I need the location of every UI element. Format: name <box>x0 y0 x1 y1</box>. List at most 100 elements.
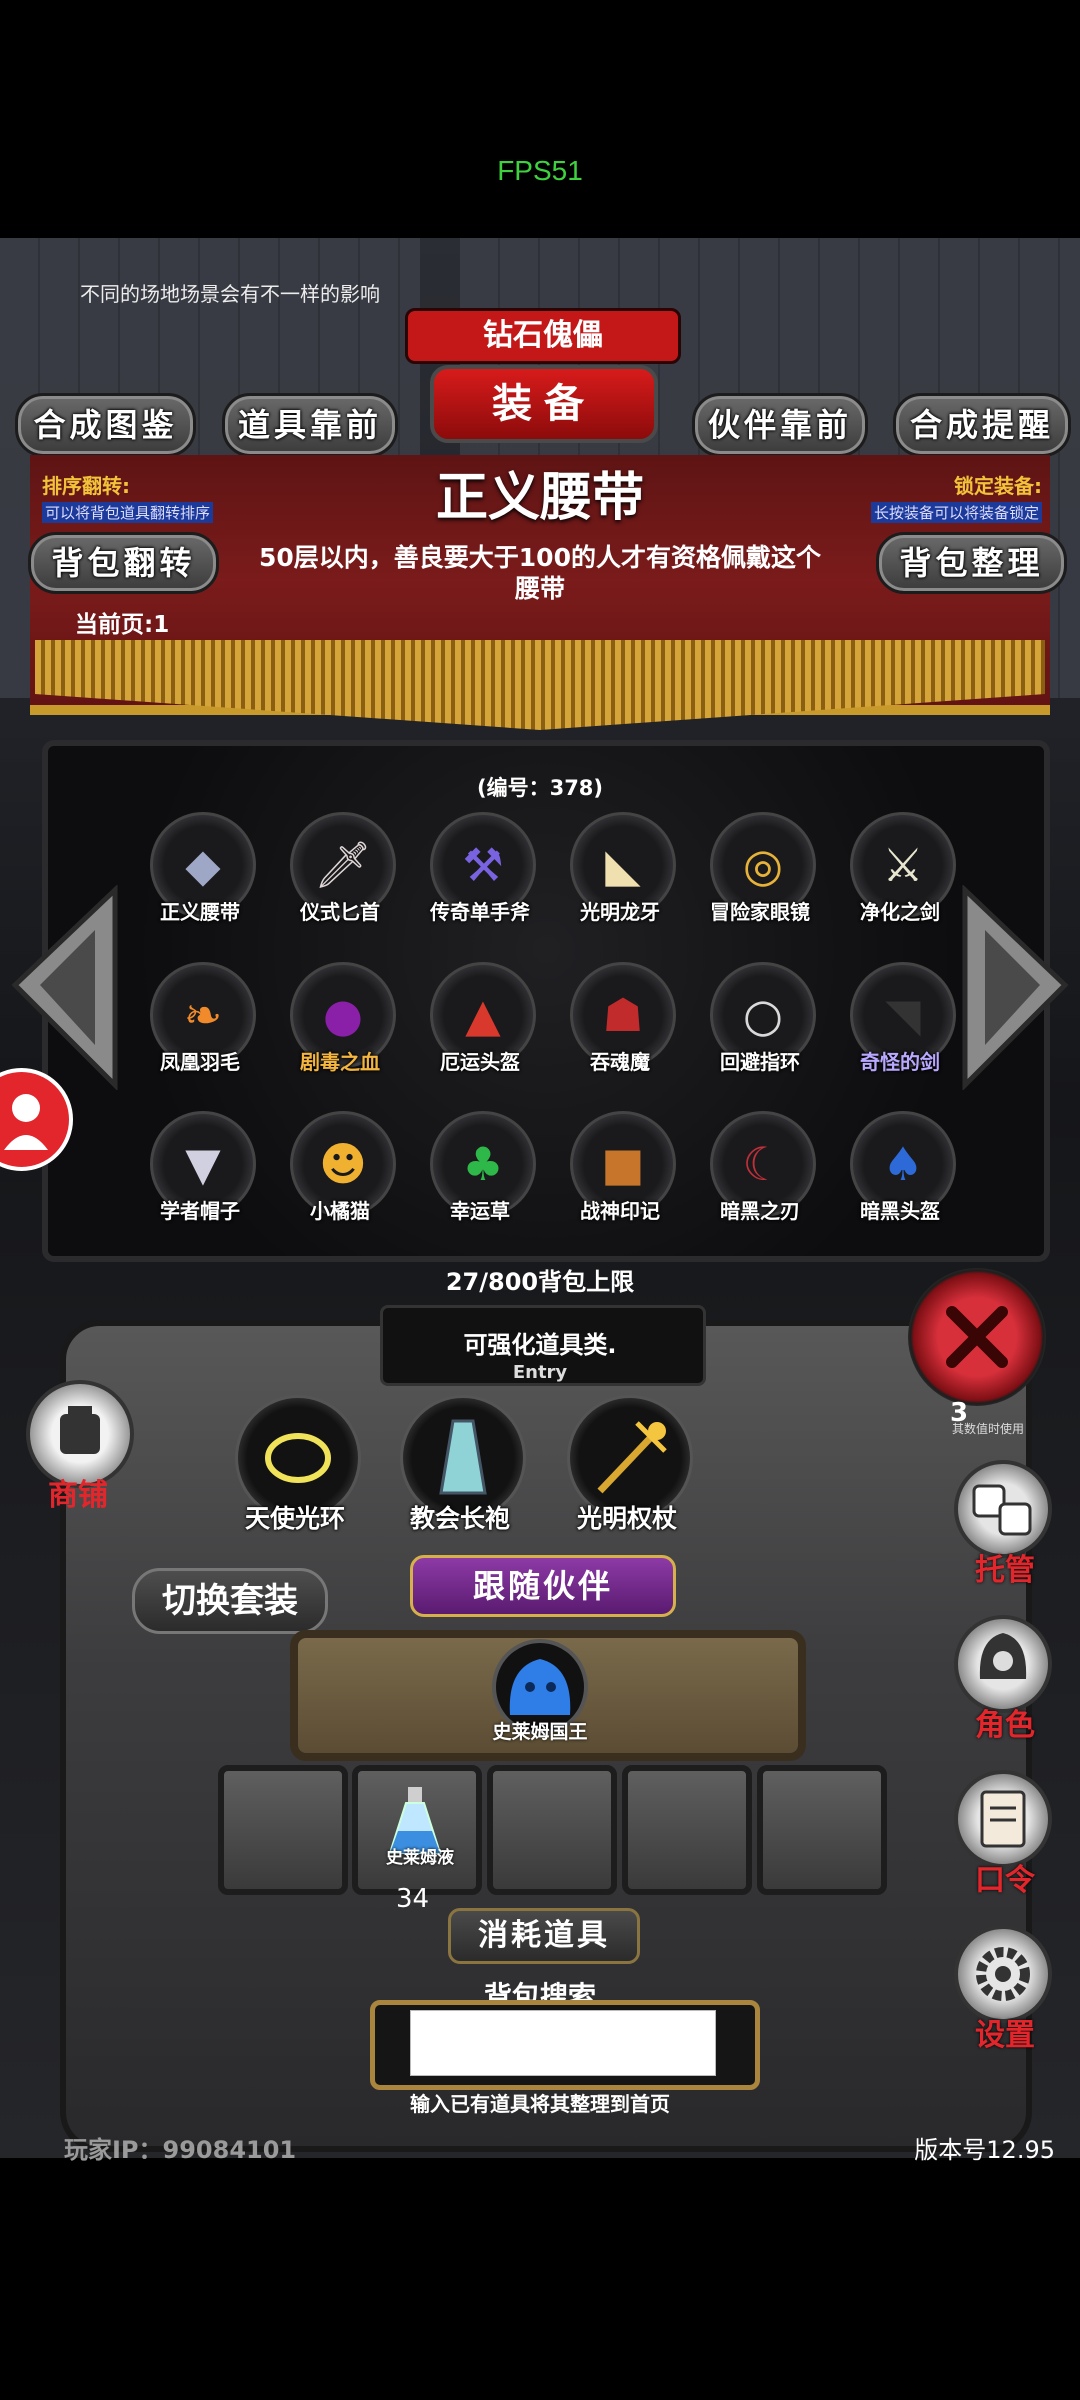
consumable-slot[interactable] <box>622 1765 752 1895</box>
items-front-button[interactable]: 道具靠前 <box>222 393 398 457</box>
entry-subtitle: Entry <box>512 1362 568 1383</box>
inventory-item-label: 传奇单手斧 <box>430 900 530 924</box>
selected-item-description: 50层以内，善良要大于100的人才有资格佩戴这个腰带 <box>259 543 821 603</box>
helmet-icon: ▲ <box>465 988 501 1042</box>
inventory-item-label: 吞魂魔 <box>590 1050 650 1074</box>
cat-icon: ☻ <box>319 1137 367 1191</box>
fang-icon: ◣ <box>605 838 641 892</box>
consumable-slot[interactable] <box>487 1765 617 1895</box>
equipped-slot[interactable]: 光明权杖 <box>552 1395 702 1545</box>
user-icon <box>4 1094 48 1150</box>
inventory-item[interactable]: ⚒ 传奇单手斧 <box>410 808 550 948</box>
goggles-icon: ◎ <box>742 838 784 892</box>
inventory-item[interactable]: ◎ 冒险家眼镜 <box>690 808 830 948</box>
inventory-item-label: 剧毒之血 <box>300 1050 380 1074</box>
inventory-item[interactable]: ☻ 小橘猫 <box>270 1107 410 1247</box>
synthesis-reminder-button[interactable]: 合成提醒 <box>893 393 1071 457</box>
consumable-slot[interactable] <box>757 1765 887 1895</box>
war-seal-icon: ■ <box>601 1137 645 1191</box>
feather-icon: ❧ <box>183 988 223 1042</box>
manage-button[interactable] <box>954 1460 1052 1558</box>
current-page: 当前页:1 <box>75 612 170 638</box>
avatar-button[interactable] <box>0 1068 73 1171</box>
synthesis-guide-button[interactable]: 合成图鉴 <box>15 393 196 457</box>
version-number: 版本号12.95 <box>914 2136 1055 2164</box>
inventory-item-label: 仪式匕首 <box>300 900 380 924</box>
equipped-item-label: 光明权杖 <box>576 1504 677 1533</box>
switch-set-button[interactable]: 切换套装 <box>132 1568 328 1634</box>
dagger-icon: 🗡 <box>313 837 373 892</box>
inventory-item[interactable]: ◣ 光明龙牙 <box>550 808 690 948</box>
demon-icon: ☗ <box>602 988 644 1042</box>
inventory-item-label: 厄运头盔 <box>440 1050 520 1074</box>
inventory-item[interactable]: 🗡 仪式匕首 <box>270 808 410 948</box>
percent-sub: 其数值时使用 <box>952 1422 1025 1436</box>
scroll-icon <box>980 1790 1026 1848</box>
inventory-item-label: 净化之剑 <box>860 900 940 924</box>
shop-label: 商铺 <box>48 1478 108 1513</box>
inventory-item-label: 冒险家眼镜 <box>710 900 810 924</box>
manage-label: 托管 <box>975 1553 1035 1588</box>
inventory-item-label: 暗黑头盔 <box>860 1199 940 1223</box>
inventory-item[interactable]: ● 剧毒之血 <box>270 958 410 1098</box>
inventory-item[interactable]: ♣ 幸运草 <box>410 1107 550 1247</box>
settings-button[interactable] <box>954 1925 1052 2023</box>
halo-icon <box>265 1433 331 1483</box>
inventory-item-label: 战神印记 <box>580 1199 660 1223</box>
settings-label: 设置 <box>975 2018 1035 2053</box>
inventory-item[interactable]: ○ 回避指环 <box>690 958 830 1098</box>
command-button[interactable] <box>954 1770 1052 1868</box>
inventory-item[interactable]: ◆ 正义腰带 <box>130 808 270 948</box>
role-button[interactable] <box>954 1615 1052 1713</box>
command-label: 口令 <box>975 1863 1035 1898</box>
inventory-item-label: 正义腰带 <box>160 900 240 924</box>
companions-front-button[interactable]: 伙伴靠前 <box>692 393 868 457</box>
inventory-item[interactable]: ⚔ 净化之剑 <box>830 808 970 948</box>
flip-bag-button[interactable]: 背包翻转 <box>28 532 219 594</box>
hooded-figure-icon <box>979 1633 1027 1679</box>
clover-icon: ♣ <box>462 1137 504 1191</box>
inventory-item[interactable]: ☗ 吞魂魔 <box>550 958 690 1098</box>
axe-icon: ⚒ <box>462 838 504 892</box>
next-page-arrow-icon[interactable] <box>960 885 1070 1090</box>
scepter-icon <box>597 1421 667 1494</box>
inventory-item[interactable]: ♠ 暗黑头盔 <box>830 1107 970 1247</box>
entry-title: 可强化道具类. <box>463 1331 617 1359</box>
inventory-item-label: 小橘猫 <box>310 1199 370 1223</box>
scene-tip: 不同的场地场景会有不一样的影响 <box>80 282 380 306</box>
player-ip: 玩家IP：99084101 <box>64 2136 297 2164</box>
inventory-item-label: 凤凰羽毛 <box>160 1050 240 1074</box>
close-button[interactable] <box>908 1268 1046 1406</box>
consumables-title: 消耗道具 <box>448 1908 640 1964</box>
bag-search-input[interactable] <box>410 2010 716 2076</box>
strange-sword-icon: ◥ <box>885 988 921 1042</box>
equipped-item-label: 天使光环 <box>244 1504 345 1533</box>
inventory-item[interactable]: ☾ 暗黑之刃 <box>690 1107 830 1247</box>
selected-item-name: 正义腰带 <box>435 468 644 528</box>
role-label: 角色 <box>975 1708 1035 1743</box>
fps-counter: FPS51 <box>497 155 583 186</box>
inventory-item[interactable]: ❧ 凤凰羽毛 <box>130 958 270 1098</box>
organize-bag-button[interactable]: 背包整理 <box>876 532 1067 594</box>
follow-companion-button[interactable]: 跟随伙伴 <box>410 1555 676 1617</box>
dark-helmet-icon: ♠ <box>882 1137 924 1191</box>
equipped-slot[interactable]: 教会长袍 <box>385 1395 535 1545</box>
prev-page-arrow-icon[interactable] <box>10 885 120 1090</box>
inventory-item[interactable]: ▼ 学者帽子 <box>130 1107 270 1247</box>
equipment-title: 装备 <box>430 365 658 443</box>
item-serial: (编号：378) <box>476 776 604 800</box>
scholar-hat-icon: ▼ <box>185 1137 221 1191</box>
dark-blade-icon: ☾ <box>742 1137 784 1191</box>
inventory-item[interactable]: ◥ 奇怪的剑 <box>830 958 970 1098</box>
shop-icon <box>60 1406 100 1454</box>
consumable-count: 34 <box>396 1884 430 1914</box>
inventory-item[interactable]: ■ 战神印记 <box>550 1107 690 1247</box>
inventory-item[interactable]: ▲ 厄运头盔 <box>410 958 550 1098</box>
consumable-slot[interactable] <box>352 1765 482 1895</box>
inventory-item-label: 奇怪的剑 <box>860 1050 940 1074</box>
gear-icon <box>976 1947 1030 2001</box>
inventory-item-label: 光明龙牙 <box>580 900 660 924</box>
consumable-slot[interactable] <box>218 1765 348 1895</box>
equipped-slot[interactable]: 天使光环 <box>220 1395 370 1545</box>
bag-search-hint: 输入已有道具将其整理到首页 <box>410 2092 670 2116</box>
